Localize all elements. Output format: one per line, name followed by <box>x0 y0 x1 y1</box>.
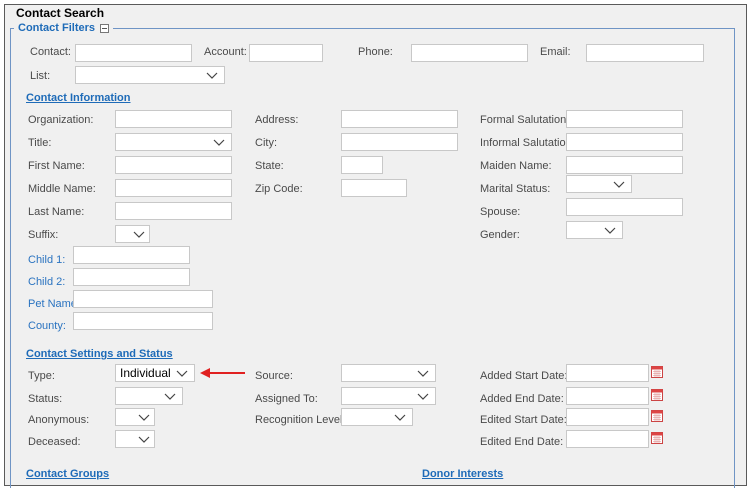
edited-end-date-input[interactable] <box>566 430 649 448</box>
maiden-name-input[interactable] <box>566 156 683 174</box>
marital-status-select[interactable] <box>566 175 632 193</box>
child-2-input[interactable] <box>73 268 190 286</box>
status-select[interactable] <box>115 387 183 405</box>
chevron-down-icon <box>394 414 406 421</box>
collapse-minus-icon[interactable] <box>100 23 110 33</box>
account-label: Account: <box>204 46 247 58</box>
title-select[interactable] <box>115 133 232 151</box>
calendar-icon[interactable] <box>651 410 663 422</box>
zip-code-input[interactable] <box>341 179 407 197</box>
list-select[interactable] <box>75 66 225 84</box>
account-input[interactable] <box>249 44 323 62</box>
calendar-icon[interactable] <box>651 432 663 444</box>
deceased-label: Deceased: <box>28 436 81 448</box>
title-label: Title: <box>28 137 52 149</box>
contact-label: Contact: <box>30 46 71 58</box>
maiden-name-label: Maiden Name: <box>480 160 552 172</box>
last-name-label: Last Name: <box>28 206 85 218</box>
deceased-select[interactable] <box>115 430 155 448</box>
chevron-down-icon <box>164 393 176 400</box>
marital-status-label: Marital Status: <box>480 183 551 195</box>
contact-groups-heading[interactable]: Contact Groups <box>26 468 109 480</box>
list-label: List: <box>30 70 51 82</box>
state-input[interactable] <box>341 156 383 174</box>
assigned-to-label: Assigned To: <box>255 393 318 405</box>
contact-information-heading[interactable]: Contact Information <box>26 92 131 104</box>
phone-label: Phone: <box>358 46 393 58</box>
organization-input[interactable] <box>115 110 232 128</box>
chevron-down-icon <box>206 72 218 79</box>
added-end-date-input[interactable] <box>566 387 649 405</box>
anonymous-select[interactable] <box>115 408 155 426</box>
city-input[interactable] <box>341 133 458 151</box>
phone-input[interactable] <box>411 44 528 62</box>
chevron-down-icon <box>613 181 625 188</box>
chevron-down-icon <box>176 370 188 377</box>
child-2-label: Child 2: <box>28 276 66 288</box>
suffix-select[interactable] <box>115 225 150 243</box>
email-label: Email: <box>540 46 571 58</box>
chevron-down-icon <box>604 227 616 234</box>
city-label: City: <box>255 137 277 149</box>
contact-input[interactable] <box>75 44 192 62</box>
child-1-label: Child 1: <box>28 254 66 266</box>
child-1-input[interactable] <box>73 246 190 264</box>
organization-label: Organization: <box>28 114 94 126</box>
red-arrow-icon <box>200 368 245 378</box>
chevron-down-icon <box>417 370 429 377</box>
suffix-label: Suffix: <box>28 229 59 241</box>
status-label: Status: <box>28 393 63 405</box>
chevron-down-icon <box>138 414 150 421</box>
address-label: Address: <box>255 114 299 126</box>
informal-salutation-label: Informal Salutation: <box>480 137 575 149</box>
first-name-label: First Name: <box>28 160 85 172</box>
first-name-input[interactable] <box>115 156 232 174</box>
formal-salutation-label: Formal Salutation: <box>480 114 570 126</box>
calendar-icon[interactable] <box>651 389 663 401</box>
chevron-down-icon <box>417 393 429 400</box>
chevron-down-icon <box>133 231 145 238</box>
middle-name-label: Middle Name: <box>28 183 96 195</box>
address-input[interactable] <box>341 110 458 128</box>
added-end-date-label: Added End Date: <box>480 393 564 405</box>
type-select[interactable]: Individual <box>115 364 195 382</box>
window-title: Contact Search <box>16 6 105 20</box>
chevron-down-icon <box>213 139 225 146</box>
gender-label: Gender: <box>480 229 520 241</box>
informal-salutation-input[interactable] <box>566 133 683 151</box>
edited-end-date-label: Edited End Date: <box>480 436 564 448</box>
gender-select[interactable] <box>566 221 623 239</box>
county-input[interactable] <box>73 312 213 330</box>
contact-settings-heading[interactable]: Contact Settings and Status <box>26 348 173 360</box>
pet-name-input[interactable] <box>73 290 213 308</box>
type-label: Type: <box>28 370 55 382</box>
anonymous-label: Anonymous: <box>28 414 90 426</box>
zip-code-label: Zip Code: <box>255 183 303 195</box>
type-select-value: Individual <box>120 366 171 380</box>
state-label: State: <box>255 160 284 172</box>
spouse-input[interactable] <box>566 198 683 216</box>
formal-salutation-input[interactable] <box>566 110 683 128</box>
assigned-to-select[interactable] <box>341 387 436 405</box>
added-start-date-input[interactable] <box>566 364 649 382</box>
chevron-down-icon <box>138 436 150 443</box>
contact-filters-legend[interactable]: Contact Filters <box>14 22 114 34</box>
added-start-date-label: Added Start Date: <box>480 370 568 382</box>
donor-interests-heading[interactable]: Donor Interests <box>422 468 503 480</box>
county-label: County: <box>28 320 66 332</box>
contact-filters-label: Contact Filters <box>18 22 96 34</box>
middle-name-input[interactable] <box>115 179 232 197</box>
source-label: Source: <box>255 370 293 382</box>
recognition-level-label: Recognition Level: <box>255 414 346 426</box>
recognition-level-select[interactable] <box>341 408 413 426</box>
calendar-icon[interactable] <box>651 366 663 378</box>
email-input[interactable] <box>586 44 704 62</box>
source-select[interactable] <box>341 364 436 382</box>
last-name-input[interactable] <box>115 202 232 220</box>
edited-start-date-label: Edited Start Date: <box>480 414 567 426</box>
edited-start-date-input[interactable] <box>566 408 649 426</box>
spouse-label: Spouse: <box>480 206 521 218</box>
